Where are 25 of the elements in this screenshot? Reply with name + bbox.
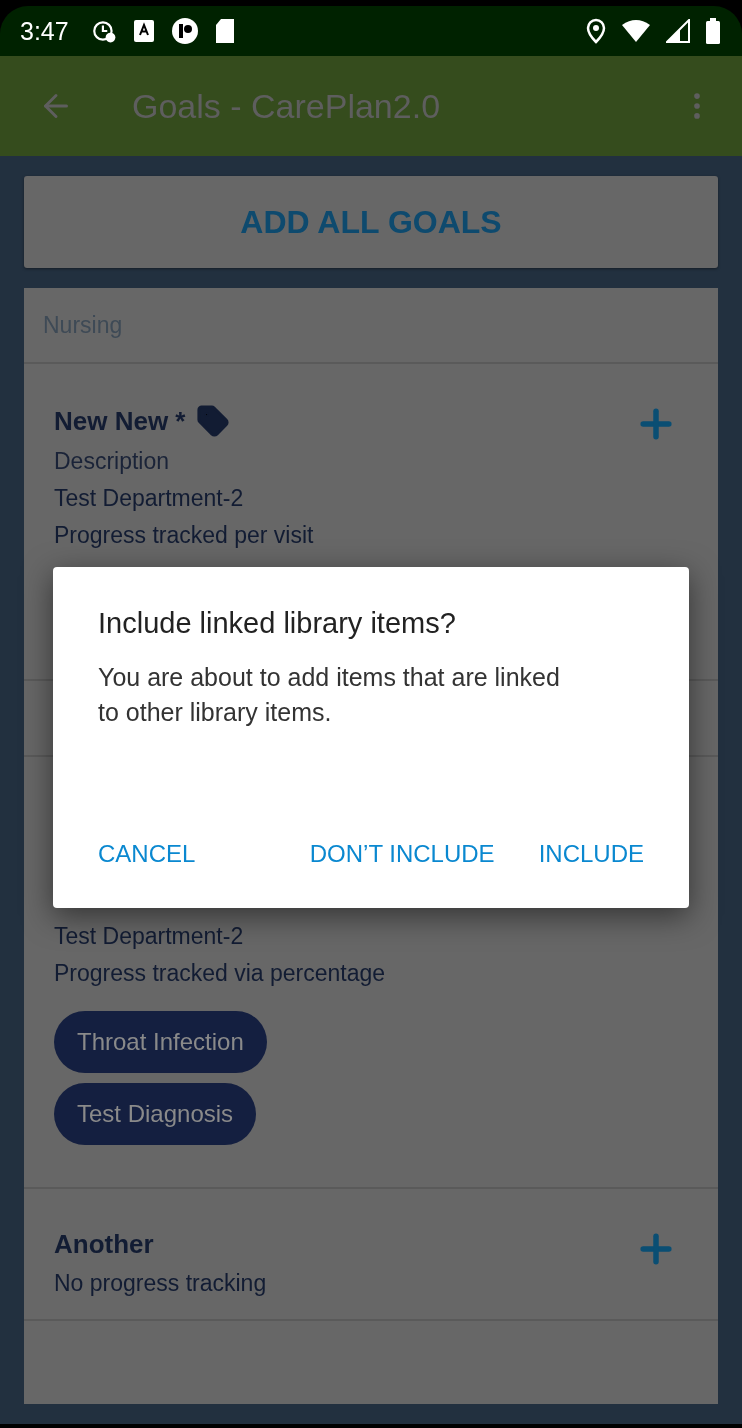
signal-icon [666, 19, 690, 43]
goal-detail: Test Department-2 [54, 923, 245, 950]
dialog-button[interactable]: INCLUDE [538, 840, 644, 868]
status-time: 3:47 [20, 16, 69, 46]
app-bar-title: Goals - CarePlan2.0 [132, 86, 442, 126]
sd-card-icon [214, 18, 235, 44]
goal-title: Another [54, 1229, 154, 1260]
goal-detail: Progress tracked via percentage [54, 960, 387, 987]
location-icon [586, 18, 606, 44]
dialog-message: You are about to add items that are linked to other library items. [98, 662, 561, 728]
goal-description: Description [54, 448, 171, 475]
diagnosis-chip[interactable]: Test Diagnosis [54, 1083, 257, 1145]
dialog-button[interactable]: DON’T INCLUDE [309, 840, 495, 868]
goal-detail: No progress tracking [54, 1270, 268, 1297]
goal-detail: Test Department-2 [54, 485, 245, 512]
alarm-icon [90, 18, 117, 44]
battery-icon [706, 18, 720, 44]
dialog-title: Include linked library items? [98, 607, 457, 640]
wifi-icon [622, 20, 650, 42]
goal-detail: Progress tracked per visit [54, 522, 315, 549]
app-icon [170, 17, 199, 45]
font-icon [132, 19, 155, 43]
diagnosis-chip[interactable]: Throat Infection [54, 1011, 267, 1073]
dialog-button[interactable]: CANCEL [98, 840, 196, 868]
goal-title: New New * [54, 405, 186, 437]
